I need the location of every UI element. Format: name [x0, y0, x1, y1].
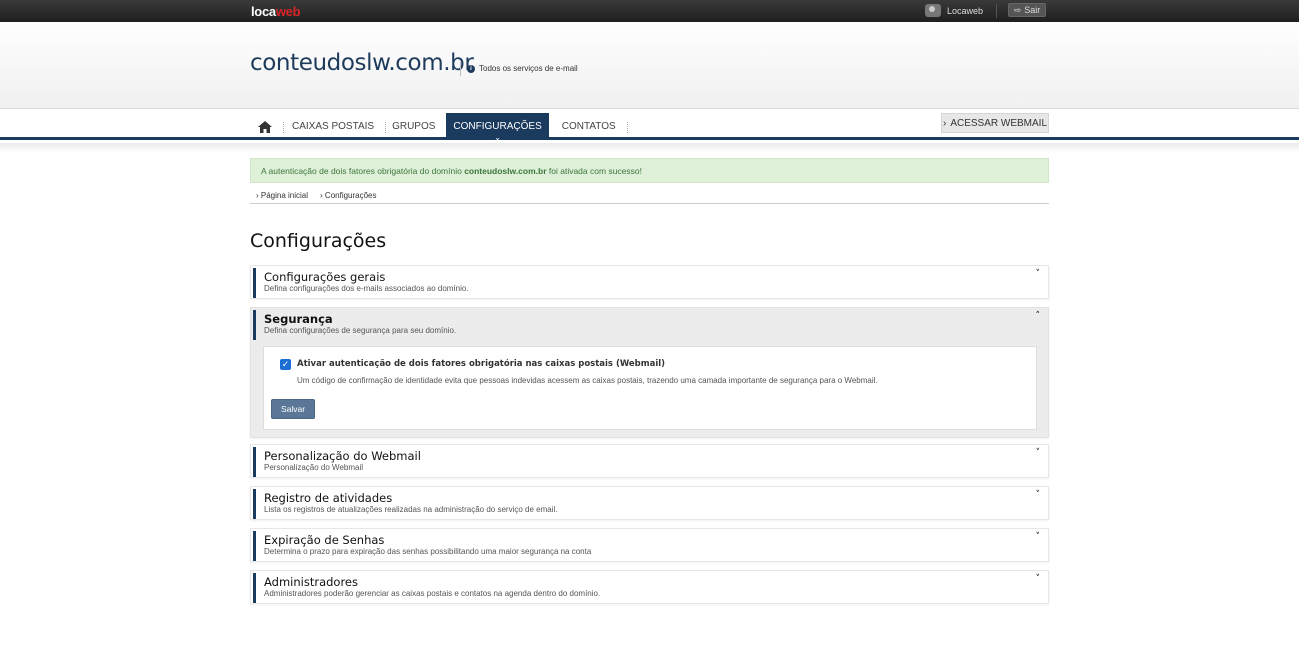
- logout-label: Sair: [1024, 5, 1041, 15]
- logout-icon: ⇨: [1013, 4, 1022, 15]
- user-menu[interactable]: Locaweb: [925, 4, 983, 17]
- access-webmail-label: ACESSAR WEBMAIL: [950, 117, 1048, 129]
- info-icon: i: [467, 64, 475, 73]
- section-desc: Personalização do Webmail: [264, 463, 364, 472]
- logo-part-loca: loca: [251, 4, 276, 19]
- access-webmail-button[interactable]: › ACESSAR WEBMAIL: [941, 113, 1049, 133]
- top-bar: locaweb Locaweb ⇨ Sair: [0, 0, 1299, 22]
- breadcrumb-current: Configurações: [320, 191, 377, 200]
- chevron-down-icon[interactable]: ˅: [1036, 574, 1041, 584]
- breadcrumb-divider: [250, 203, 1049, 204]
- home-icon: [258, 120, 272, 133]
- alert-domain: conteudoslw.com.br: [464, 165, 547, 176]
- chevron-right-icon: ›: [942, 117, 947, 129]
- section-seguranca: Segurança Defina configurações de segura…: [250, 307, 1049, 438]
- alert-prefix: A autenticação de dois fatores obrigatór…: [261, 165, 465, 176]
- section-configuracoes-gerais[interactable]: Configurações gerais Defina configuraçõe…: [250, 265, 1049, 299]
- chevron-up-icon[interactable]: ˄: [1036, 311, 1041, 321]
- section-title: Registro de atividades: [264, 491, 393, 505]
- section-accent-bar: [253, 531, 256, 561]
- section-title: Personalização do Webmail: [264, 449, 421, 463]
- section-expiracao-senhas[interactable]: Expiração de Senhas Determina o prazo pa…: [250, 528, 1049, 562]
- security-panel: ✓ Ativar autenticação de dois fatores ob…: [263, 346, 1037, 430]
- nav-grupos[interactable]: GRUPOS: [386, 113, 441, 140]
- two-factor-label[interactable]: Ativar autenticação de dois fatores obri…: [297, 359, 665, 369]
- breadcrumb-home[interactable]: Página inicial: [256, 191, 308, 200]
- logout-button[interactable]: ⇨ Sair: [1008, 3, 1046, 17]
- main-nav: CAIXAS POSTAIS GRUPOS CONFIGURAÇÕES CONT…: [0, 109, 1299, 140]
- section-registro-atividades[interactable]: Registro de atividades Lista os registro…: [250, 486, 1049, 520]
- breadcrumb: Página inicial Configurações: [256, 191, 377, 200]
- page-title: Configurações: [250, 230, 387, 252]
- all-services-label: Todos os serviços de e-mail: [479, 64, 578, 73]
- chevron-down-icon[interactable]: ˅: [1036, 269, 1041, 279]
- section-title: Expiração de Senhas: [264, 533, 385, 547]
- section-accent-bar: [253, 447, 256, 477]
- user-icon: [925, 4, 941, 17]
- section-title[interactable]: Segurança: [264, 312, 333, 326]
- domain-title: conteudoslw.com.br: [250, 50, 474, 76]
- logo-part-web: web: [275, 4, 301, 19]
- section-desc: Determina o prazo para expiração das sen…: [264, 547, 592, 556]
- topbar-divider: [996, 4, 997, 18]
- chevron-down-icon[interactable]: ˅: [1036, 532, 1041, 542]
- section-desc: Administradores poderão gerenciar as cai…: [264, 589, 601, 598]
- chevron-down-icon[interactable]: ˅: [1036, 448, 1041, 458]
- success-alert: A autenticação de dois fatores obrigatór…: [250, 158, 1049, 183]
- locaweb-logo[interactable]: locaweb: [251, 4, 301, 19]
- nav-configuracoes[interactable]: CONFIGURAÇÕES: [446, 113, 549, 140]
- section-personalizacao-webmail[interactable]: Personalização do Webmail Personalização…: [250, 444, 1049, 478]
- section-administradores[interactable]: Administradores Administradores poderão …: [250, 570, 1049, 604]
- nav-contatos[interactable]: CONTATOS: [554, 113, 628, 140]
- section-accent-bar: [253, 489, 256, 519]
- nav-home[interactable]: [252, 113, 284, 140]
- section-accent-bar: [253, 310, 256, 340]
- page-header: conteudoslw.com.br i Todos os serviços d…: [0, 22, 1299, 109]
- section-accent-bar: [253, 268, 256, 298]
- section-title: Administradores: [264, 575, 358, 589]
- two-factor-description: Um código de confirmação de identidade e…: [297, 376, 878, 385]
- alert-suffix: foi ativada com sucesso!: [546, 165, 642, 176]
- header-divider: [460, 62, 461, 76]
- nav-shadow: [0, 143, 1299, 153]
- two-factor-checkbox[interactable]: ✓: [280, 359, 291, 370]
- section-accent-bar: [253, 573, 256, 603]
- section-desc: Defina configurações dos e-mails associa…: [264, 284, 469, 293]
- section-desc: Lista os registros de atualizações reali…: [264, 505, 558, 514]
- section-desc: Defina configurações de segurança para s…: [264, 326, 457, 335]
- all-services-link[interactable]: i Todos os serviços de e-mail: [467, 64, 578, 73]
- chevron-down-icon[interactable]: ˅: [1036, 490, 1041, 500]
- nav-caixas-postais[interactable]: CAIXAS POSTAIS: [284, 113, 387, 140]
- section-title: Configurações gerais: [264, 270, 386, 284]
- user-label: Locaweb: [947, 5, 984, 16]
- save-button[interactable]: Salvar: [271, 399, 315, 419]
